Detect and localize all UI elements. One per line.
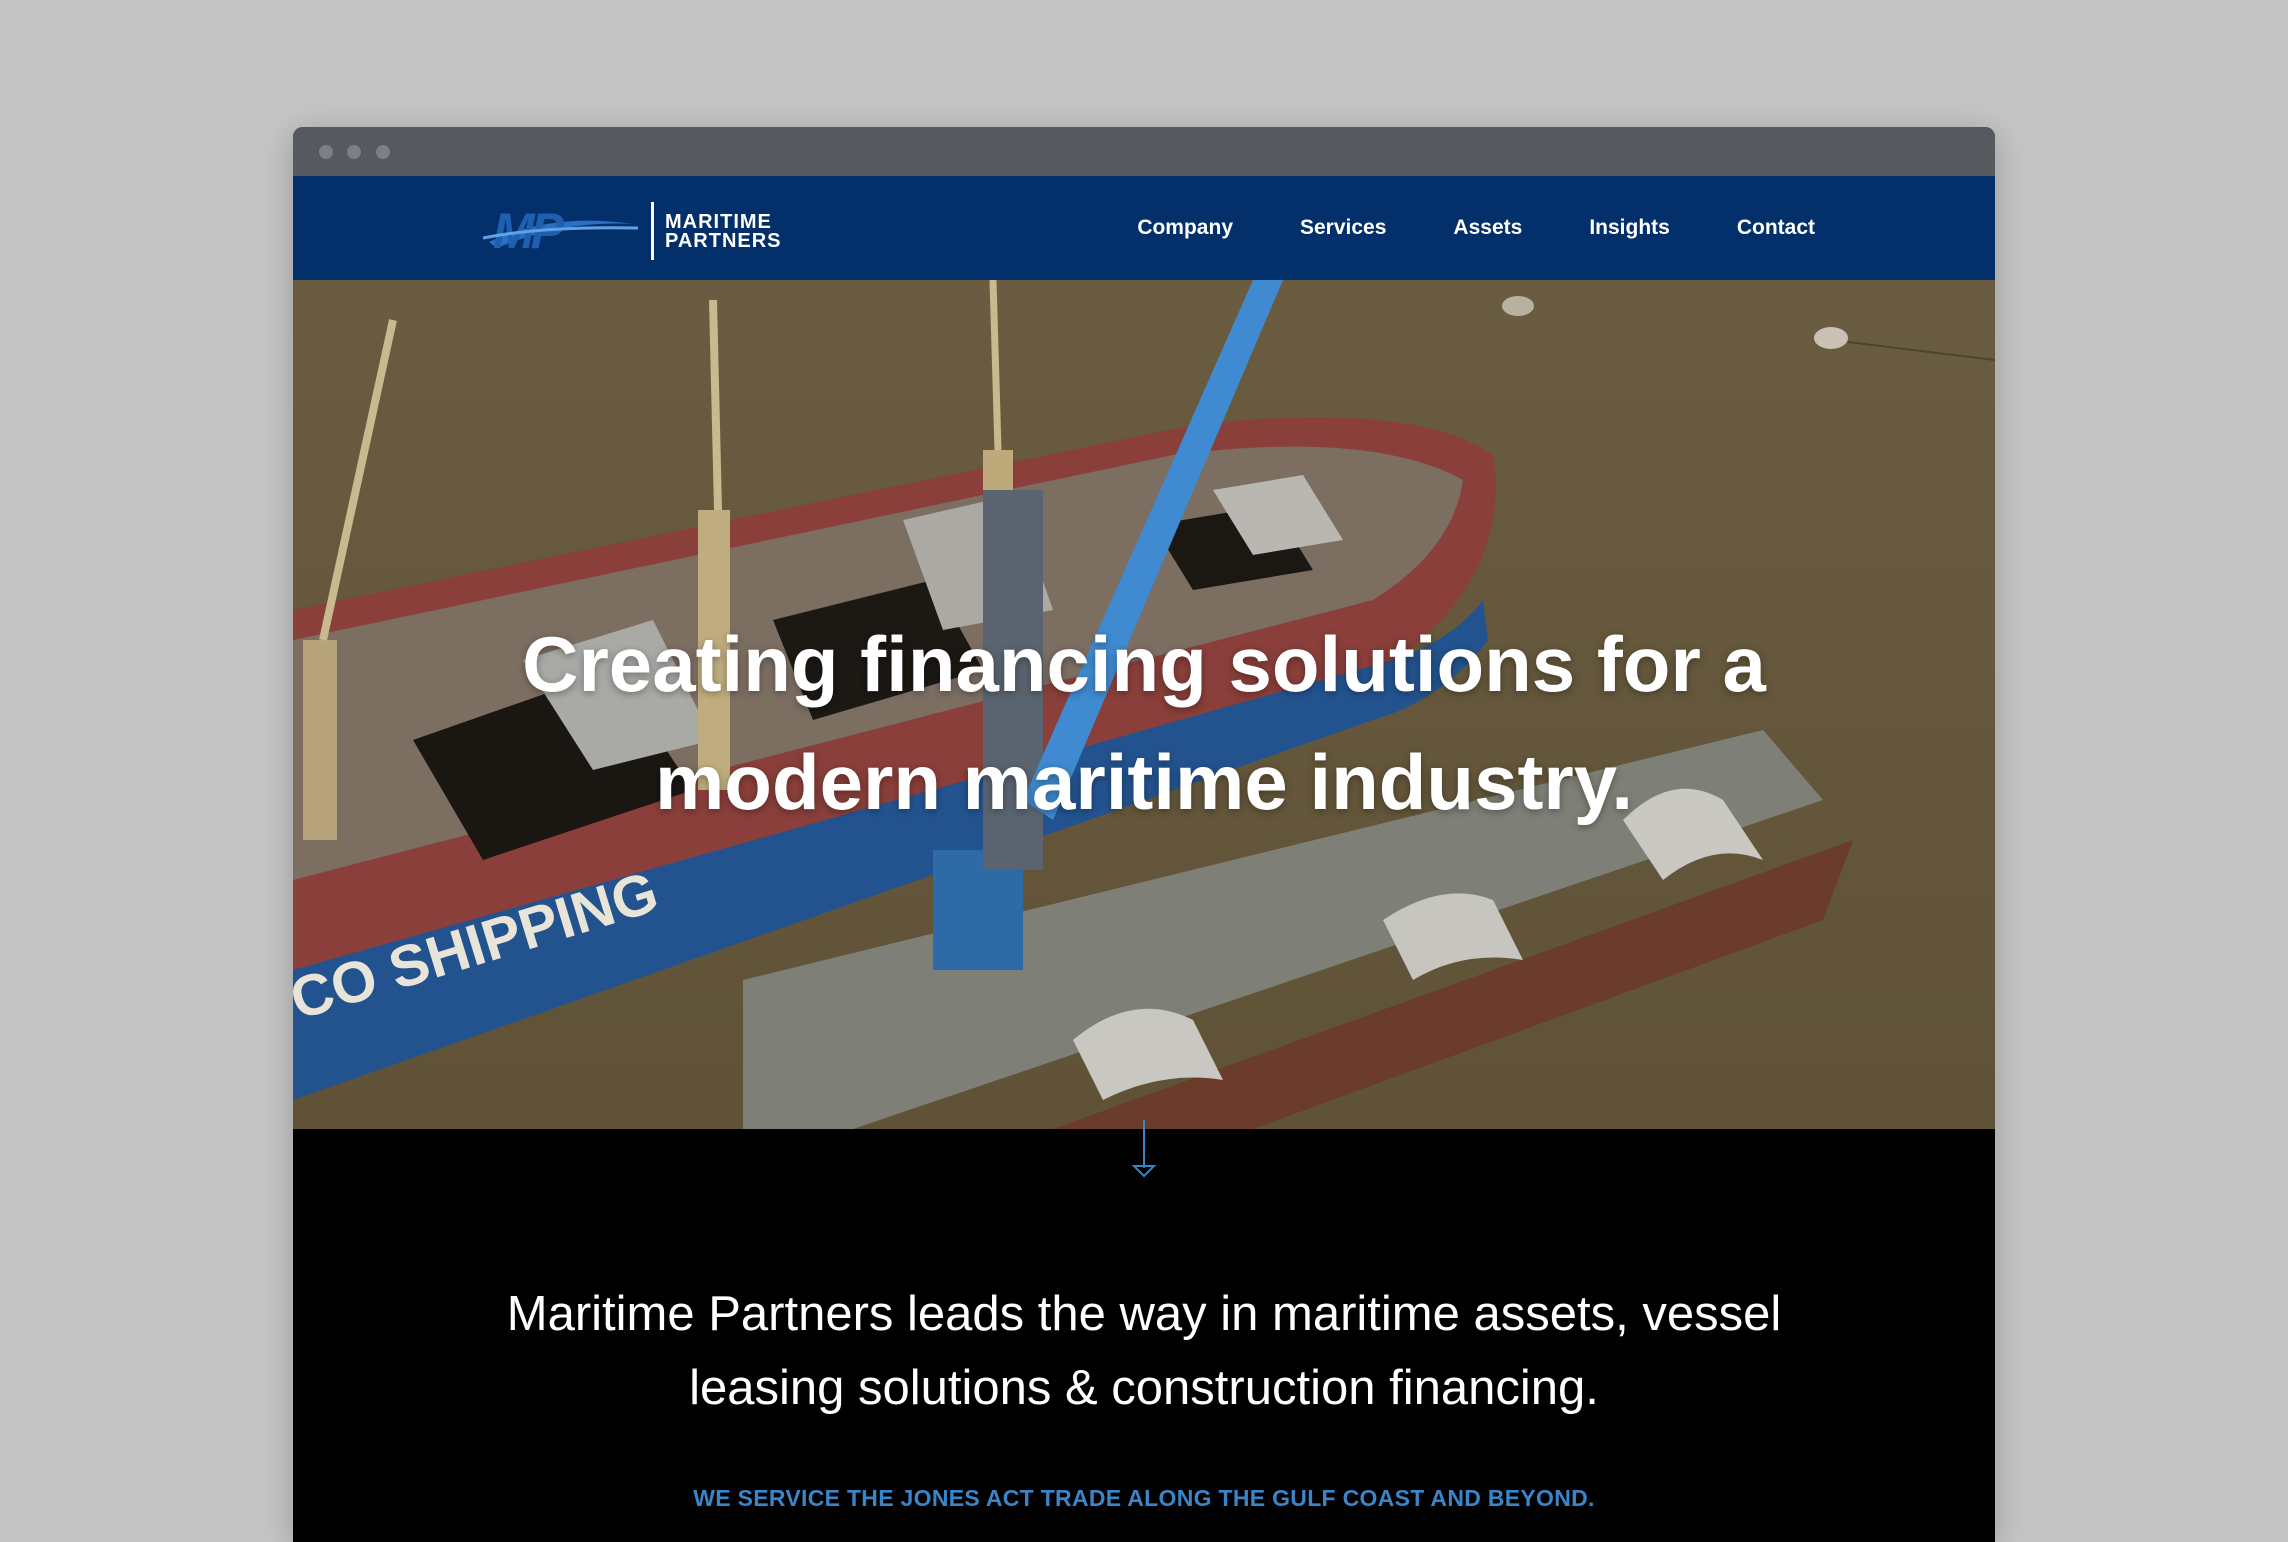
browser-title-bar — [293, 127, 1995, 176]
window-close-dot[interactable] — [319, 145, 333, 159]
nav-assets[interactable]: Assets — [1453, 216, 1522, 240]
tagline: WE SERVICE THE JONES ACT TRADE ALONG THE… — [693, 1485, 1595, 1511]
intro-line1: Maritime Partners leads the way in marit… — [506, 1287, 1782, 1341]
browser-window: MP MARITIME PARTNERS Company Services As… — [293, 127, 1995, 1542]
logo-text-line2: PARTNERS — [665, 230, 782, 252]
nav-company[interactable]: Company — [1137, 216, 1233, 240]
logo-divider — [651, 202, 654, 260]
hero-section: CO SHIPPING Creating financing solutions… — [293, 280, 1995, 1129]
site-header: MP MARITIME PARTNERS Company Services As… — [293, 176, 1995, 280]
logo-text-line1: MARITIME — [665, 211, 772, 233]
nav-contact[interactable]: Contact — [1737, 216, 1815, 240]
main-nav: Company Services Assets Insights Contact — [1070, 176, 1815, 280]
nav-services[interactable]: Services — [1300, 216, 1386, 240]
intro-statement: Maritime Partners leads the way in marit… — [293, 1277, 1995, 1425]
window-minimize-dot[interactable] — [347, 145, 361, 159]
hero-title: Creating financing solutions for a moder… — [293, 605, 1995, 841]
intro-line2: leasing solutions & construction financi… — [689, 1361, 1599, 1415]
hero-title-line1: Creating financing solutions for a — [522, 620, 1766, 708]
arrow-down-icon[interactable] — [1131, 1120, 1157, 1180]
logo-mark-icon: MP — [483, 203, 639, 259]
hero-title-line2: modern maritime industry. — [654, 738, 1634, 826]
window-maximize-dot[interactable] — [376, 145, 390, 159]
nav-insights[interactable]: Insights — [1589, 216, 1670, 240]
site-logo[interactable]: MP MARITIME PARTNERS — [483, 198, 813, 262]
